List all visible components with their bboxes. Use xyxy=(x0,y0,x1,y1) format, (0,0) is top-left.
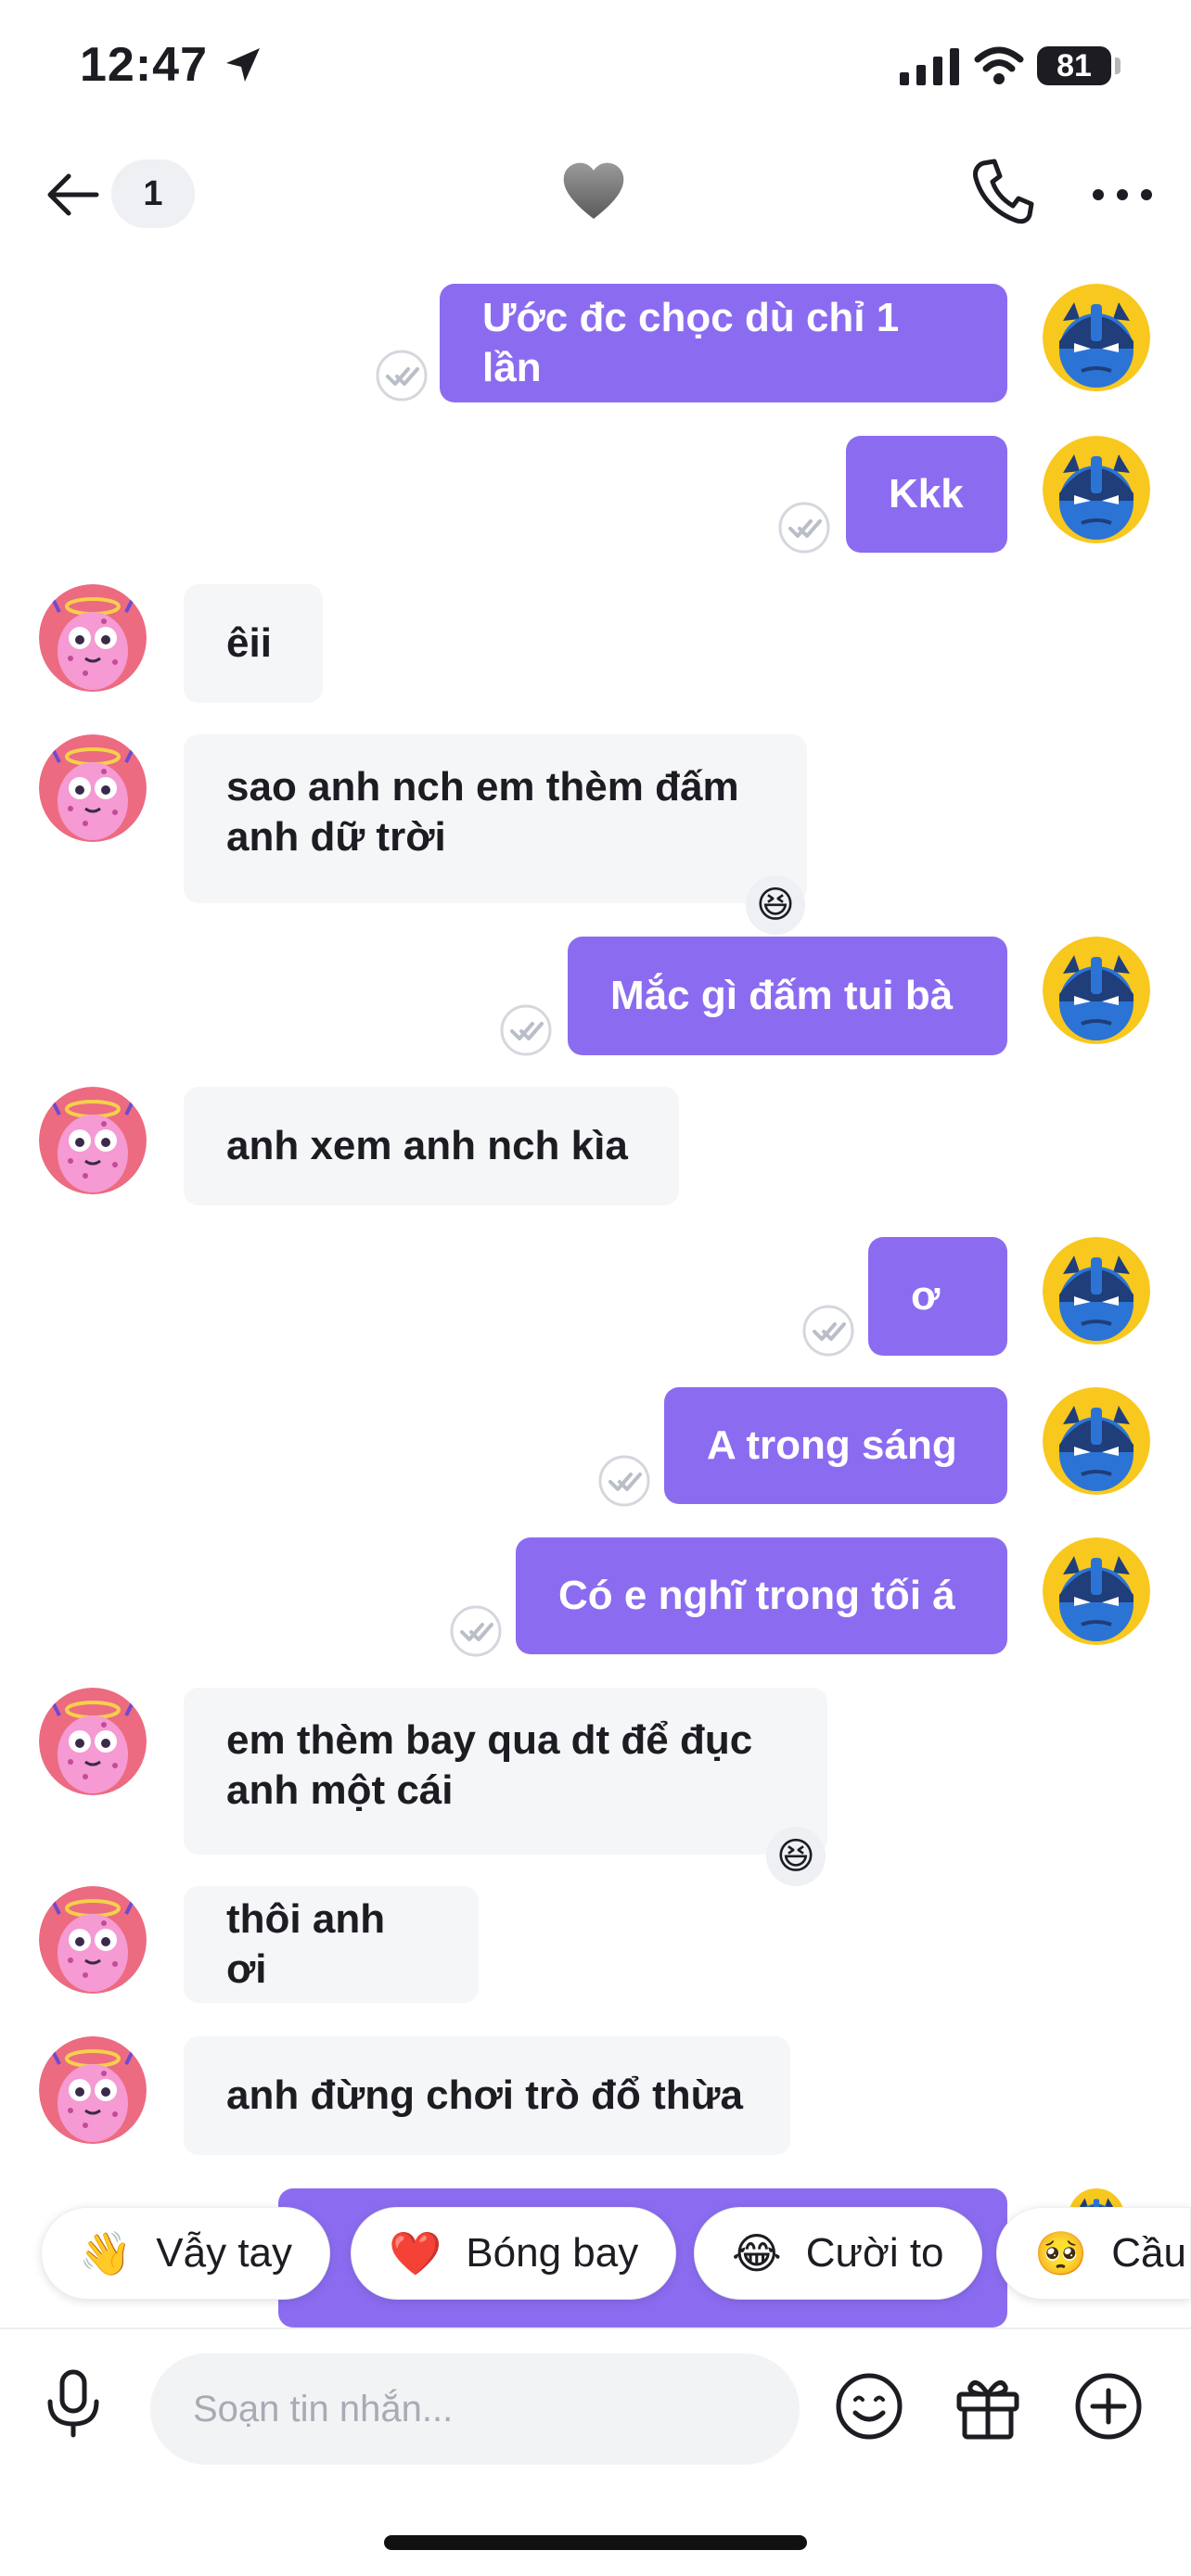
avatar-contact[interactable] xyxy=(39,734,147,842)
avatar-self[interactable] xyxy=(1043,436,1150,543)
message-bubble-incoming[interactable]: em thèm bay qua dt để đục anh một cái xyxy=(184,1688,827,1855)
gift-button[interactable] xyxy=(954,2372,1022,2445)
battery-indicator: 81 xyxy=(1037,46,1111,85)
seen-check-icon xyxy=(499,1003,553,1057)
status-bar: 12:47 81 xyxy=(0,0,1191,139)
quick-reaction-chip[interactable]: 👋 Vẫy tay xyxy=(41,2207,331,2300)
message-bubble-incoming[interactable]: anh xem anh nch kìa xyxy=(184,1087,679,1205)
message-bubble-incoming[interactable]: anh đừng chơi trò đổ thừa xyxy=(184,2036,790,2155)
quick-reaction-bar: 👋 Vẫy tay ❤️ Bóng bay 😂 Cười to 🥺 Cầu xyxy=(0,2207,1191,2305)
message-text: anh xem anh nch kìa xyxy=(226,1123,628,1168)
avatar-self[interactable] xyxy=(1043,1387,1150,1495)
message-reaction[interactable]: 😆 xyxy=(766,1827,826,1886)
emoji-button[interactable] xyxy=(835,2372,903,2445)
message-text: Mắc gì đấm tui bà xyxy=(610,973,954,1018)
chat-header: 1 xyxy=(0,139,1191,250)
avatar-contact[interactable] xyxy=(39,584,147,692)
gift-icon xyxy=(956,2380,1019,2440)
message-bubble-incoming[interactable]: êii xyxy=(184,584,323,703)
smiley-face-icon xyxy=(836,2373,903,2440)
call-button[interactable] xyxy=(970,158,1035,231)
message-bubble-outgoing[interactable]: Kkk xyxy=(846,436,1007,553)
arrow-left-icon xyxy=(47,173,99,216)
plus-circle-icon xyxy=(1075,2373,1142,2440)
chip-label: Cầu xyxy=(1111,2230,1186,2276)
message-composer: Soạn tin nhắn... xyxy=(0,2327,1191,2478)
unread-count-badge[interactable]: 1 xyxy=(111,159,195,228)
location-arrow-icon xyxy=(226,48,260,82)
waving-hand-icon: 👋 xyxy=(79,2228,133,2277)
home-indicator[interactable] xyxy=(384,2535,807,2550)
laughing-face-icon: 😂 xyxy=(732,2229,782,2277)
avatar-self[interactable] xyxy=(1043,937,1150,1044)
message-bubble-outgoing[interactable]: Ước đc chọc dù chỉ 1 lần xyxy=(440,284,1007,402)
message-bubble-outgoing[interactable]: Có e nghĩ trong tối á xyxy=(516,1537,1007,1654)
status-time: 12:47 xyxy=(80,38,208,92)
cellular-signal-icon xyxy=(900,48,959,85)
message-bubble-outgoing[interactable]: A trong sáng xyxy=(664,1387,1007,1504)
message-reaction[interactable]: 😆 xyxy=(746,875,805,935)
message-text: Có e nghĩ trong tối á xyxy=(558,1573,955,1618)
seen-check-icon xyxy=(449,1604,503,1658)
seen-check-icon xyxy=(801,1304,855,1358)
message-text: thôi anh ơi xyxy=(226,1896,386,1992)
more-options-button[interactable] xyxy=(1085,158,1159,232)
quick-reaction-chip[interactable]: 🥺 Cầu xyxy=(996,2207,1191,2300)
avatar-contact[interactable] xyxy=(39,2036,147,2144)
pleading-face-icon: 🥺 xyxy=(1034,2228,1088,2277)
seen-check-icon xyxy=(597,1454,651,1508)
voice-record-button[interactable] xyxy=(43,2368,104,2443)
chip-label: Bóng bay xyxy=(466,2230,639,2276)
add-attachment-button[interactable] xyxy=(1074,2372,1143,2445)
avatar-self[interactable] xyxy=(1043,1537,1150,1645)
message-text: anh đừng chơi trò đổ thừa xyxy=(226,2072,743,2118)
message-bubble-outgoing[interactable]: Mắc gì đấm tui bà xyxy=(568,937,1007,1055)
message-text: êii xyxy=(226,620,272,666)
microphone-icon xyxy=(47,2369,99,2438)
message-input[interactable]: Soạn tin nhắn... xyxy=(150,2353,800,2465)
heart-icon: ❤️ xyxy=(389,2228,442,2277)
message-bubble-outgoing[interactable]: ơ xyxy=(868,1237,1007,1356)
message-text: em thèm bay qua dt để đục anh một cái xyxy=(226,1717,753,1813)
message-text: A trong sáng xyxy=(707,1422,957,1468)
phone-icon xyxy=(973,159,1034,224)
avatar-contact[interactable] xyxy=(39,1886,147,1994)
message-text: ơ xyxy=(911,1273,941,1319)
avatar-contact[interactable] xyxy=(39,1688,147,1795)
quick-reaction-chip[interactable]: 😂 Cười to xyxy=(694,2207,982,2300)
back-button[interactable] xyxy=(37,159,108,230)
heart-icon xyxy=(563,162,624,219)
message-text: sao anh nch em thèm đấm anh dữ trời xyxy=(226,764,739,860)
message-bubble-incoming[interactable]: sao anh nch em thèm đấm anh dữ trời xyxy=(184,734,807,903)
avatar-self[interactable] xyxy=(1043,284,1150,391)
message-bubble-incoming[interactable]: thôi anh ơi xyxy=(184,1886,479,2003)
chip-label: Cười to xyxy=(805,2230,944,2276)
message-text: Ước đc chọc dù chỉ 1 lần xyxy=(482,295,900,390)
chip-label: Vẫy tay xyxy=(156,2230,293,2276)
wifi-icon xyxy=(974,46,1024,84)
more-dots-icon xyxy=(1093,189,1152,200)
quick-reaction-chip[interactable]: ❤️ Bóng bay xyxy=(351,2207,677,2300)
battery-cap xyxy=(1115,57,1121,74)
avatar-contact[interactable] xyxy=(39,1087,147,1194)
message-text: Kkk xyxy=(889,471,964,516)
avatar-self[interactable] xyxy=(1043,1237,1150,1345)
seen-check-icon xyxy=(777,501,831,555)
seen-check-icon xyxy=(375,349,429,402)
